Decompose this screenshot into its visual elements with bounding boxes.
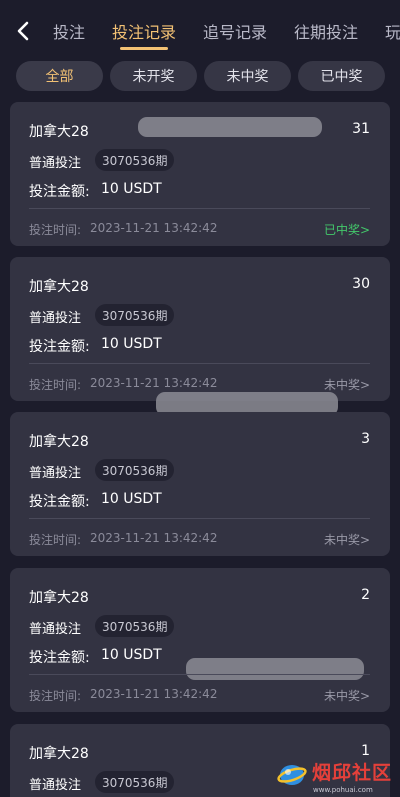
lottery-name: 加拿大28 (29, 279, 89, 295)
watermark: 烟邱社区 www.pohuai.com (275, 757, 400, 797)
bet-type-label: 普通投注 (29, 311, 82, 326)
bet-number: 2 (361, 587, 370, 603)
amount-value: 10 USDT (101, 647, 162, 663)
amount-label: 投注金额: (29, 650, 90, 666)
bet-number: 30 (352, 276, 370, 292)
status-link-not-won[interactable]: 未中奖> (324, 531, 370, 548)
divider (29, 363, 370, 364)
filter-not-drawn[interactable]: 未开奖 (110, 61, 197, 91)
bet-record-card[interactable]: 加拿大28 3 普通投注 3070536期 投注金额: 10 USDT 投注时间… (10, 412, 390, 556)
bet-number: 31 (352, 121, 370, 137)
bet-records-page: 投注 投注记录 追号记录 往期投注 玩 全部 未开奖 未中奖 已中奖 加拿大28… (0, 0, 400, 797)
tab-bar: 投注 投注记录 追号记录 往期投注 玩 (0, 0, 400, 60)
bet-time: 2023-11-21 13:42:42 (90, 531, 218, 545)
period-badge: 3070536期 (95, 149, 175, 171)
bet-number: 3 (361, 431, 370, 447)
tab-chase-records[interactable]: 追号记录 (203, 19, 267, 43)
filter-won[interactable]: 已中奖 (298, 61, 385, 91)
chevron-left-icon (17, 21, 29, 41)
active-tab-indicator (120, 47, 168, 50)
amount-value: 10 USDT (101, 181, 162, 197)
lottery-name: 加拿大28 (29, 124, 89, 140)
tab-bet-records[interactable]: 投注记录 (112, 19, 176, 43)
filter-all-label: 全部 (45, 69, 74, 85)
bet-time-label: 投注时间: (29, 689, 82, 703)
bet-time: 2023-11-21 13:42:42 (90, 687, 218, 701)
status-link-not-won[interactable]: 未中奖> (324, 376, 370, 393)
filter-all[interactable]: 全部 (16, 61, 103, 91)
bet-record-card[interactable]: 加拿大28 30 普通投注 3070536期 投注金额: 10 USDT 投注时… (10, 257, 390, 401)
bet-type-label: 普通投注 (29, 622, 82, 637)
bet-record-card[interactable]: 加拿大28 2 普通投注 3070536期 投注金额: 10 USDT 投注时间… (10, 568, 390, 712)
bet-type-label: 普通投注 (29, 466, 82, 481)
status-link-not-won[interactable]: 未中奖> (324, 687, 370, 704)
globe-swoosh-icon (277, 765, 307, 785)
amount-value: 10 USDT (101, 491, 162, 507)
tab-past-bets[interactable]: 往期投注 (294, 19, 358, 43)
tab-bet[interactable]: 投注 (53, 19, 85, 43)
bet-type-label: 普通投注 (29, 156, 82, 171)
period-badge: 3070536期 (95, 304, 175, 326)
filter-not-drawn-label: 未开奖 (132, 69, 175, 85)
tab-play[interactable]: 玩 (385, 19, 400, 43)
lottery-name: 加拿大28 (29, 434, 89, 450)
amount-value: 10 USDT (101, 336, 162, 352)
lottery-name: 加拿大28 (29, 746, 89, 762)
amount-label: 投注金额: (29, 184, 90, 200)
filter-not-won-label: 未中奖 (226, 69, 269, 85)
watermark-text: 烟邱社区 (312, 762, 393, 784)
bet-time-label: 投注时间: (29, 378, 82, 392)
bet-time: 2023-11-21 13:42:42 (90, 221, 218, 235)
watermark-url: www.pohuai.com (313, 786, 373, 794)
amount-label: 投注金额: (29, 494, 90, 510)
bet-time: 2023-11-21 13:42:42 (90, 376, 218, 390)
period-badge: 3070536期 (95, 771, 175, 793)
bet-time-label: 投注时间: (29, 223, 82, 237)
status-link-won[interactable]: 已中奖> (324, 221, 370, 238)
filter-not-won[interactable]: 未中奖 (204, 61, 291, 91)
period-badge: 3070536期 (95, 615, 175, 637)
amount-label: 投注金额: (29, 339, 90, 355)
bet-type-label: 普通投注 (29, 778, 82, 793)
bet-time-label: 投注时间: (29, 533, 82, 547)
divider (29, 518, 370, 519)
divider (29, 208, 370, 209)
redacted-blur (138, 117, 322, 137)
redacted-blur (186, 658, 364, 680)
filter-won-label: 已中奖 (320, 69, 363, 85)
period-badge: 3070536期 (95, 459, 175, 481)
back-button[interactable] (10, 16, 36, 46)
bet-record-card[interactable]: 加拿大28 31 普通投注 3070536期 投注金额: 10 USDT 投注时… (10, 102, 390, 246)
lottery-name: 加拿大28 (29, 590, 89, 606)
divider (29, 674, 370, 675)
